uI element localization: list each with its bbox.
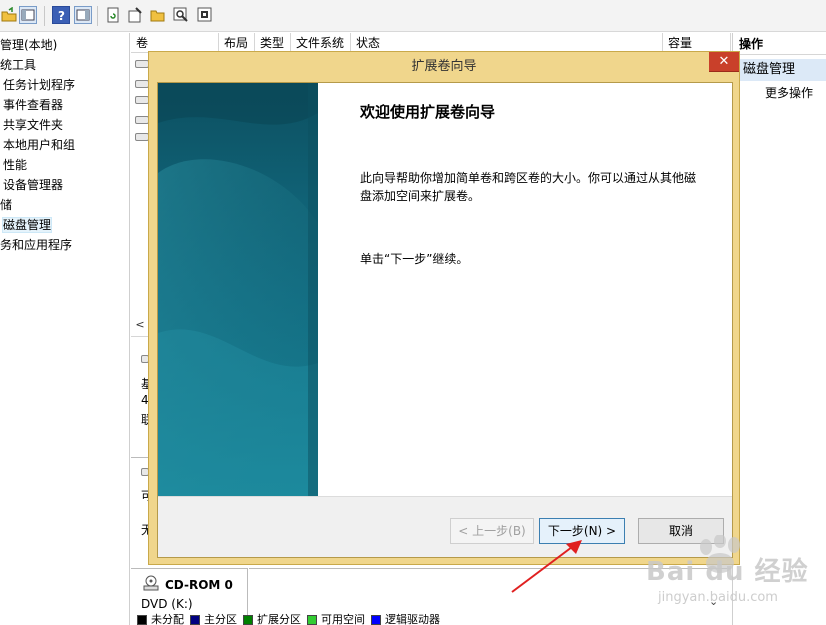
watermark-brand: Bai du 经验: [646, 557, 809, 587]
column-label: 卷: [136, 36, 149, 50]
tree-item-label: 储: [0, 198, 13, 212]
dialog-title: 扩展卷向导: [411, 59, 477, 74]
show-hide-console-tree-icon[interactable]: [19, 6, 37, 24]
column-label: 文件系统: [296, 36, 345, 50]
actions-title: 操作: [733, 33, 826, 55]
console-tree: 管理(本地) 统工具 任务计划程序 事件查看器 共享文件夹 本地用户和组 性能 …: [0, 33, 130, 625]
volume-table-header: 卷 布局 类型 文件系统 状态 容量: [131, 33, 731, 53]
tree-item-label: 务和应用程序: [0, 238, 73, 252]
annotation-arrow-icon: [511, 540, 582, 593]
wizard-description: 此向导帮助你增加简单卷和跨区卷的大小。你可以通过从其他磁盘添加空间来扩展卷。: [360, 171, 697, 203]
tree-item-label: 磁盘管理: [2, 217, 53, 233]
close-icon: ✕: [718, 54, 730, 69]
refresh-icon[interactable]: [104, 6, 122, 24]
tree-item-label: 事件查看器: [3, 98, 64, 112]
cdrom-icon: [143, 575, 159, 594]
tree-item-task-scheduler[interactable]: 任务计划程序: [3, 76, 75, 94]
column-header-volume[interactable]: 卷: [131, 33, 219, 53]
toolbar-separator: [44, 6, 45, 26]
cdrom-name: CD-ROM 0: [165, 578, 233, 592]
volume-disk-icon: [135, 60, 149, 68]
tree-item-event-viewer[interactable]: 事件查看器: [3, 96, 63, 114]
legend-label: 未分配: [151, 613, 184, 625]
tree-item-performance[interactable]: 性能: [3, 156, 27, 174]
toolbar: ?: [0, 0, 826, 32]
legend-swatch-unallocated: [137, 615, 147, 625]
help-icon[interactable]: ?: [52, 6, 70, 24]
svg-text:?: ?: [58, 9, 65, 22]
tree-item-shared-folders[interactable]: 共享文件夹: [3, 116, 63, 134]
tree-item-label: 性能: [3, 158, 28, 172]
tree-item-services-applications[interactable]: 务和应用程序: [0, 236, 72, 254]
legend-item: 扩展分区: [243, 613, 301, 625]
wizard-banner-image: [158, 83, 318, 496]
scroll-left-arrow-icon[interactable]: <: [131, 315, 149, 333]
disk-settings-icon[interactable]: [196, 6, 214, 24]
legend-swatch-logical: [371, 615, 381, 625]
column-label: 状态: [356, 36, 381, 50]
wizard-content-area: 欢迎使用扩展卷向导 此向导帮助你增加简单卷和跨区卷的大小。你可以通过从其他磁盘添…: [318, 83, 732, 496]
tree-item-computer-management[interactable]: 管理(本地): [0, 36, 57, 54]
toolbar-separator: [97, 6, 98, 26]
legend-item: 未分配: [137, 613, 184, 625]
tree-item-label: 管理(本地): [0, 38, 58, 52]
tree-item-label: 共享文件夹: [3, 118, 64, 132]
column-header-status[interactable]: 状态: [351, 33, 663, 53]
volume-disk-icon: [135, 116, 149, 124]
legend-swatch-extended: [243, 615, 253, 625]
column-header-type[interactable]: 类型: [255, 33, 291, 53]
column-label: 容量: [668, 36, 693, 50]
wizard-heading: 欢迎使用扩展卷向导: [360, 103, 496, 121]
column-label: 类型: [260, 36, 285, 50]
close-button[interactable]: ✕: [709, 52, 739, 72]
tree-item-system-tools[interactable]: 统工具: [0, 56, 36, 74]
tree-item-storage[interactable]: 储: [0, 196, 12, 214]
properties-icon[interactable]: [126, 6, 144, 24]
search-icon[interactable]: [172, 6, 190, 24]
legend-label: 扩展分区: [257, 613, 301, 625]
legend-swatch-primary: [190, 615, 200, 625]
show-hide-action-pane-icon[interactable]: [74, 6, 92, 24]
legend-label: 逻辑驱动器: [385, 613, 440, 625]
tree-item-label: 任务计划程序: [3, 78, 76, 92]
legend-item: 主分区: [190, 613, 237, 625]
open-folder-icon[interactable]: [149, 6, 167, 24]
tree-item-local-users-groups[interactable]: 本地用户和组: [3, 136, 75, 154]
watermark-url: jingyan.baidu.com: [658, 590, 778, 605]
wizard-hint: 单击“下一步”继续。: [360, 252, 469, 266]
legend-label: 可用空间: [321, 613, 365, 625]
more-actions-link[interactable]: 更多操作: [765, 84, 813, 102]
tree-item-label: 统工具: [0, 58, 37, 72]
cdrom-drive-type: DVD (K:): [141, 597, 193, 611]
volume-disk-icon: [135, 96, 149, 104]
column-header-layout[interactable]: 布局: [219, 33, 255, 53]
tree-item-label: 设备管理器: [3, 178, 64, 192]
volume-disk-icon: [135, 133, 149, 141]
up-folder-icon[interactable]: [0, 6, 18, 24]
volume-disk-icon: [135, 80, 149, 88]
cdrom-disk-block[interactable]: CD-ROM 0 DVD (K:): [131, 568, 248, 615]
legend-label: 主分区: [204, 613, 237, 625]
legend-item: 可用空间: [307, 613, 365, 625]
extend-volume-wizard-dialog: 扩展卷向导 ✕ 欢迎使用扩展卷向导 此向导帮助你增加简单卷和跨区卷的大小。你可以…: [148, 51, 740, 565]
column-label: 布局: [224, 36, 249, 50]
baidu-watermark: Bai du 经验 jingyan.baidu.com: [630, 535, 826, 620]
actions-section-disk-management[interactable]: 磁盘管理: [733, 59, 826, 81]
column-header-filesystem[interactable]: 文件系统: [291, 33, 351, 53]
tree-item-device-manager[interactable]: 设备管理器: [3, 176, 63, 194]
dialog-client-area: 欢迎使用扩展卷向导 此向导帮助你增加简单卷和跨区卷的大小。你可以通过从其他磁盘添…: [157, 82, 733, 558]
tree-item-disk-management[interactable]: 磁盘管理: [2, 216, 53, 234]
tree-item-label: 本地用户和组: [3, 138, 76, 152]
column-header-capacity[interactable]: 容量: [663, 33, 731, 53]
legend-swatch-free: [307, 615, 317, 625]
legend-item: 逻辑驱动器: [371, 613, 440, 625]
